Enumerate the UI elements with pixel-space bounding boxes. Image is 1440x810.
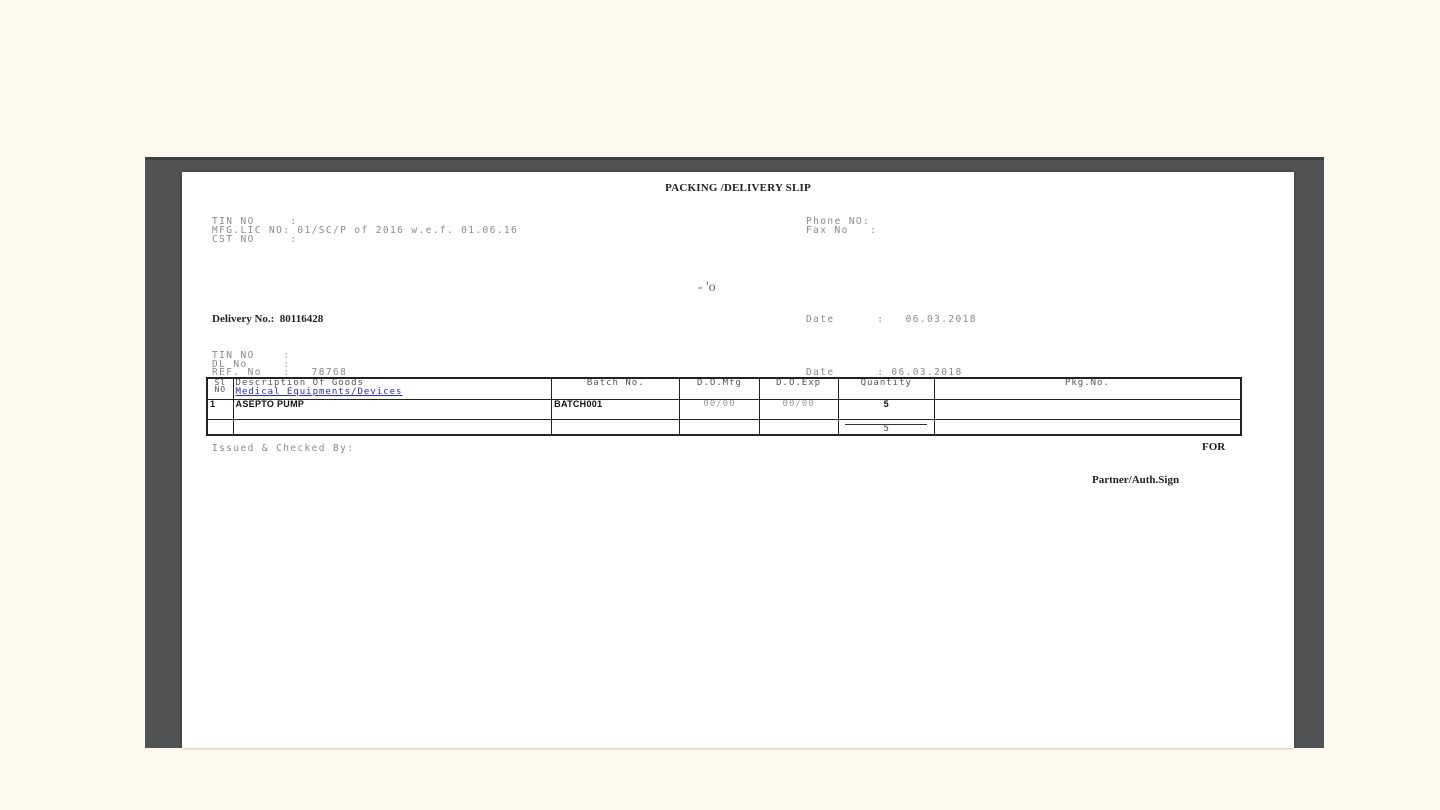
document-page: PACKING /DELIVERY SLIP TIN NO : MFG.LIC … bbox=[182, 172, 1294, 748]
items-table: Sl NO Description Of Goods Medical Equip… bbox=[206, 377, 1242, 436]
header-description: Description Of Goods Medical Equipments/… bbox=[232, 377, 553, 400]
cst-no-line: CST NO : bbox=[212, 234, 298, 245]
total-quantity: 5 bbox=[845, 424, 928, 434]
header-exp: D.O.Exp bbox=[758, 377, 839, 400]
row-mfg: 00/00 bbox=[679, 399, 760, 420]
table-header-row: Sl NO Description Of Goods Medical Equip… bbox=[206, 377, 1242, 400]
fax-no-line: Fax No : bbox=[806, 225, 878, 236]
document-title: PACKING /DELIVERY SLIP bbox=[665, 182, 811, 194]
header-quantity: Quantity bbox=[837, 377, 935, 400]
table-row: 1 ASEPTO PUMP BATCH001 00/00 00/00 5 bbox=[206, 399, 1242, 420]
header-batch: Batch No. bbox=[551, 377, 681, 400]
header-pkg: Pkg.No. bbox=[933, 377, 1242, 400]
row-description: ASEPTO PUMP bbox=[232, 399, 553, 420]
delivery-number: Delivery No.: 80116428 bbox=[212, 313, 324, 325]
to-label: - 'o bbox=[698, 280, 716, 295]
category-link[interactable]: Medical Equipments/Devices bbox=[236, 388, 550, 397]
table-total-row: 5 bbox=[206, 419, 1242, 436]
header-mfg: D.O.Mfg bbox=[679, 377, 760, 400]
row-quantity: 5 bbox=[837, 399, 935, 420]
header-sl-no: Sl NO bbox=[206, 377, 234, 400]
delivery-date: Date : 06.03.2018 bbox=[806, 314, 977, 325]
ref-date: Date : 06.03.2018 bbox=[806, 367, 963, 378]
issued-checked-by: Issued & Checked By: bbox=[212, 443, 355, 454]
row-batch: BATCH001 bbox=[551, 399, 681, 420]
for-label: FOR bbox=[1202, 441, 1226, 453]
party-ref-line: REF. No : 78768 bbox=[212, 367, 348, 378]
signature-label: Partner/Auth.Sign bbox=[1092, 474, 1180, 486]
row-sl: 1 bbox=[206, 399, 234, 420]
row-pkg bbox=[933, 399, 1242, 420]
row-exp: 00/00 bbox=[758, 399, 839, 420]
